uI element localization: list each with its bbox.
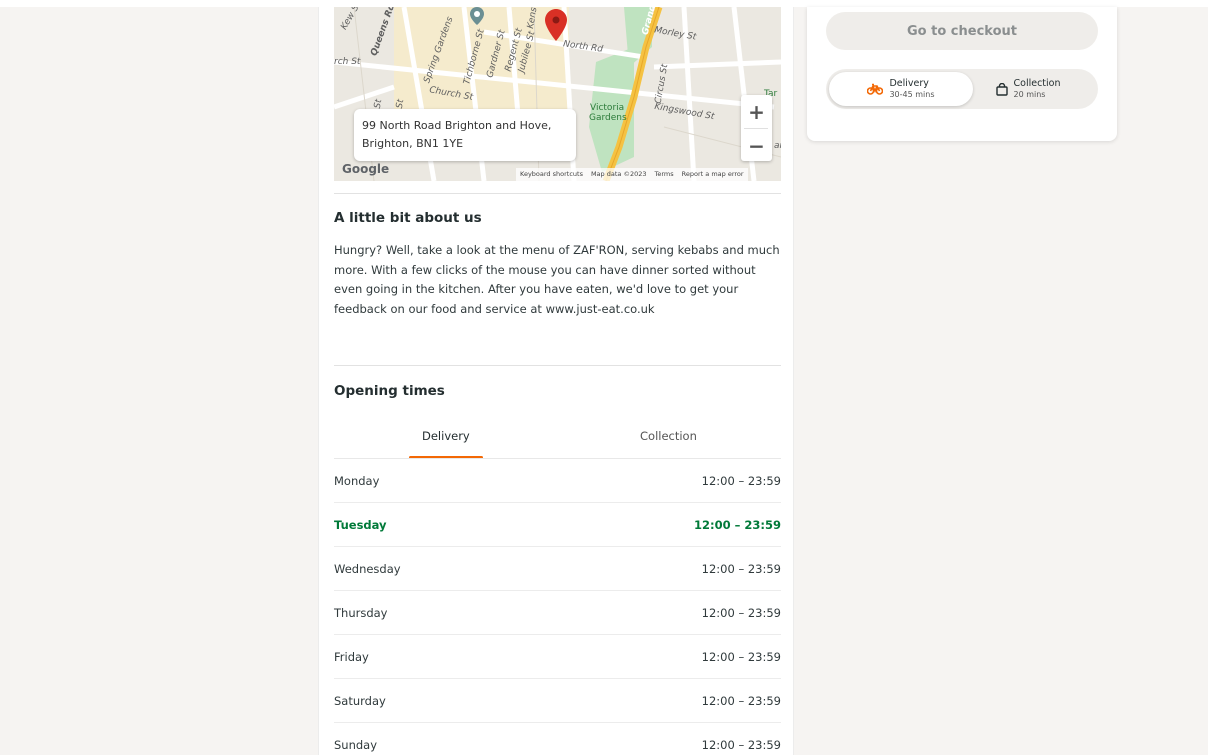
hours-value: 12:00 – 23:59	[701, 605, 781, 620]
hours-row: Thursday 12:00 – 23:59	[334, 591, 781, 635]
hours-value: 12:00 – 23:59	[701, 649, 781, 664]
opening-times-tabs: Delivery Collection	[334, 421, 781, 459]
day-label: Friday	[334, 649, 369, 664]
map-footer: Keyboard shortcuts Map data ©2023 Terms …	[516, 168, 748, 181]
delivery-time: 30-45 mins	[889, 90, 935, 99]
street-label: ar	[774, 141, 781, 151]
collection-option[interactable]: Collection 20 mins	[956, 72, 1100, 106]
about-description: Hungry? Well, take a look at the menu of…	[334, 243, 780, 316]
hours-row: Monday 12:00 – 23:59	[334, 459, 781, 503]
hours-value: 12:00 – 23:59	[701, 473, 781, 488]
hours-row: Saturday 12:00 – 23:59	[334, 679, 781, 723]
hours-row: Wednesday 12:00 – 23:59	[334, 547, 781, 591]
location-map[interactable]: Kew St Queens Rd rch St Spring Gardens C…	[334, 7, 781, 181]
street-label: Victoria	[590, 103, 625, 113]
bicycle-icon	[867, 83, 884, 95]
hours-row: Sunday 12:00 – 23:59	[334, 723, 781, 755]
basket-card: Go to checkout Delivery 30-45 mins Colle…	[807, 7, 1117, 141]
opening-times-title: Opening times	[334, 383, 445, 399]
about-title: A little bit about us	[334, 210, 482, 226]
hours-row: Friday 12:00 – 23:59	[334, 635, 781, 679]
hours-value: 12:00 – 23:59	[701, 693, 781, 708]
address-line-1: 99 North Road Brighton and Hove,	[362, 119, 552, 132]
top-strip	[0, 0, 1208, 7]
map-zoom-controls: + −	[741, 95, 772, 161]
street-label: St	[394, 98, 407, 110]
delivery-label: Delivery	[889, 78, 929, 89]
hours-value: 12:00 – 23:59	[701, 561, 781, 576]
tab-collection[interactable]: Collection	[640, 429, 697, 443]
delivery-option[interactable]: Delivery 30-45 mins	[829, 72, 973, 106]
day-label: Monday	[334, 473, 380, 488]
address-line-2: Brighton, BN1 1YE	[362, 137, 464, 150]
go-to-checkout-button[interactable]: Go to checkout	[826, 12, 1098, 50]
day-label: Sunday	[334, 738, 378, 752]
map-data-text: Map data ©2023	[590, 170, 647, 178]
day-label: Tuesday	[334, 517, 387, 532]
tab-delivery[interactable]: Delivery	[422, 429, 470, 443]
street-label: Gardens	[589, 113, 627, 123]
hours-row-today: Tuesday 12:00 – 23:59	[334, 503, 781, 547]
poi-marker-icon	[470, 7, 484, 25]
keyboard-shortcuts-link[interactable]: Keyboard shortcuts	[520, 170, 583, 179]
day-label: Saturday	[334, 693, 386, 708]
zoom-out-button[interactable]: −	[741, 129, 772, 162]
hours-value: 12:00 – 23:59	[694, 517, 781, 532]
location-pin-icon[interactable]	[545, 9, 567, 41]
report-map-error-link[interactable]: Report a map error	[682, 170, 744, 179]
day-label: Wednesday	[334, 561, 401, 576]
restaurant-info-panel: Kew St Queens Rd rch St Spring Gardens C…	[318, 7, 794, 755]
address-popup: 99 North Road Brighton and Hove, Brighto…	[354, 109, 576, 161]
shopping-bag-icon	[995, 82, 1008, 96]
street-label: St	[372, 98, 385, 110]
google-logo[interactable]: Google	[342, 162, 389, 176]
section-divider	[334, 193, 781, 194]
section-divider	[334, 365, 781, 366]
day-label: Thursday	[334, 605, 388, 620]
collection-time: 20 mins	[1013, 90, 1046, 99]
collection-label: Collection	[1013, 78, 1061, 89]
hours-value: 12:00 – 23:59	[701, 738, 781, 752]
street-label: rch St	[334, 57, 361, 67]
zoom-in-button[interactable]: +	[741, 95, 772, 128]
terms-link[interactable]: Terms	[655, 170, 674, 179]
delivery-collection-toggle: Delivery 30-45 mins Collection 20 mins	[826, 69, 1098, 109]
